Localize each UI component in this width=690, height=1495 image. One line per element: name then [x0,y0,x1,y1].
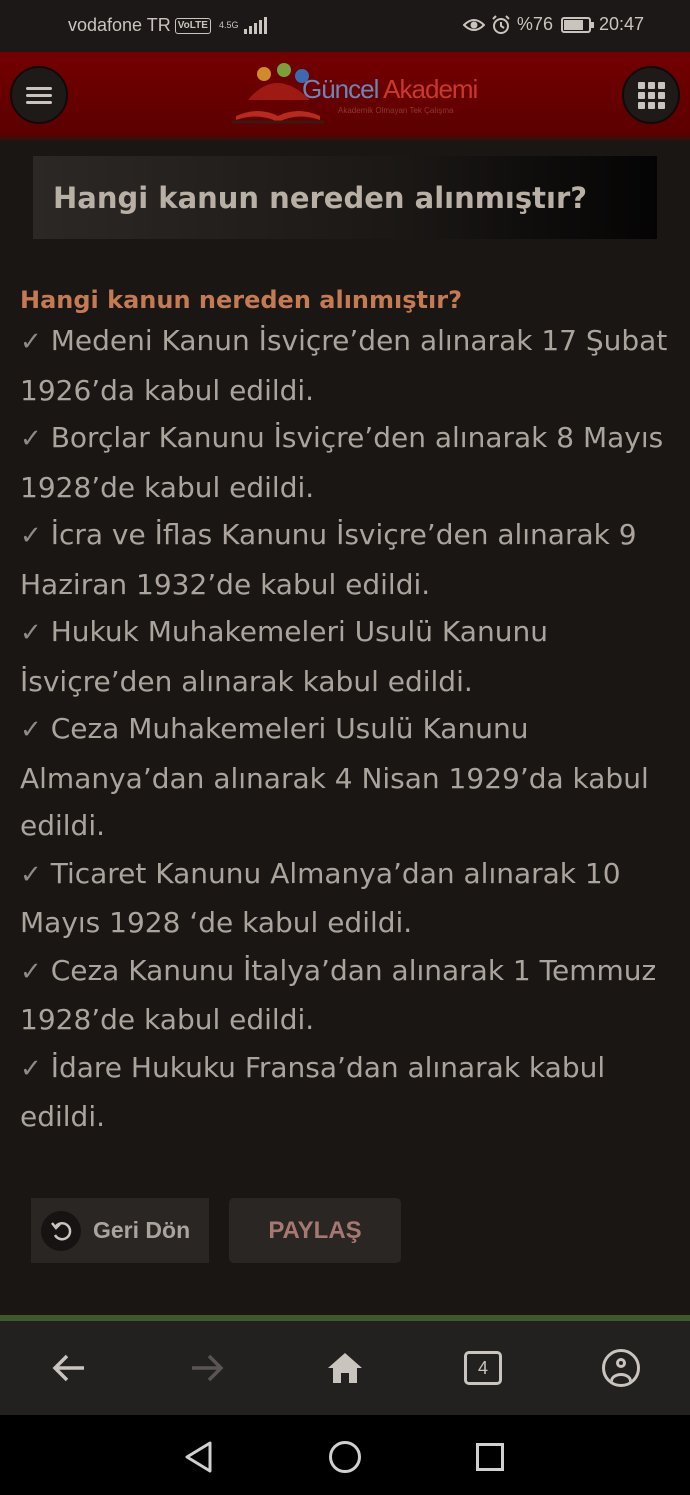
check-icon: ✓ [20,618,42,648]
list-item: ✓ Borçlar Kanunu İsviçre’den alınarak 8 … [20,421,664,504]
list-item: ✓ Hukuk Muhakemeleri Usulü Kanunu İsviçr… [20,615,548,698]
check-icon: ✓ [20,1053,42,1084]
check-icon: ✓ [20,859,42,890]
list-item: ✓ Ceza Muhakemeleri Usulü Kanunu Almanya… [20,712,649,842]
browser-toolbar: 4 [0,1321,690,1415]
check-icon: ✓ [20,327,42,357]
arrow-left-icon [52,1354,84,1382]
arrow-right-icon [192,1354,224,1382]
list-item: ✓ Medeni Kanun İsviçre’den alınarak 17 Ş… [20,324,668,407]
logo-subtitle: Akademik Olmayan Tek Çalışma [338,106,454,115]
grid-icon [637,81,665,109]
check-icon: ✓ [20,956,42,987]
network-type: 4.5G [218,20,239,30]
list-item: ✓ Ticaret Kanunu Almanya’dan alınarak 10… [20,856,621,940]
system-back-button[interactable] [178,1437,218,1477]
system-nav-bar [0,1415,690,1495]
browser-profile-button[interactable] [596,1343,646,1393]
page-title-card: Hangi kanun nereden alınmıştır? [33,156,657,239]
check-icon: ✓ [20,424,42,454]
battery-percent: %76 [516,14,553,34]
list-item: ✓ Ceza Kanunu İtalya’dan alınarak 1 Temm… [20,953,657,1037]
square-recents-icon [476,1443,504,1471]
triangle-back-icon [185,1441,212,1473]
list-item: ✓ İcra ve İflas Kanunu İsviçre’den alına… [20,518,637,601]
site-logo[interactable]: Güncel Akademi Akademik Olmayan Tek Çalı… [228,58,488,130]
check-icon: ✓ [20,715,42,745]
article-heading: Hangi kanun nereden alınmıştır? [20,286,462,314]
eye-icon [462,18,485,31]
circle-home-icon [329,1441,361,1473]
hamburger-icon [26,83,52,108]
tabs-icon: 4 [464,1351,502,1385]
carrier-name: vodafone TR [68,15,171,35]
list-item: ✓ İdare Hukuku Fransa’dan alınarak kabul… [20,1050,606,1134]
page-title: Hangi kanun nereden alınmıştır? [53,180,588,215]
site-header: Güncel Akademi Akademik Olmayan Tek Çalı… [0,52,690,140]
browser-forward-button[interactable] [182,1343,232,1393]
status-left: vodafone TR VoLTE 4.5G [68,15,268,36]
system-home-button[interactable] [325,1437,365,1477]
browser-home-button[interactable] [320,1343,370,1393]
menu-button[interactable] [10,66,68,124]
system-recents-button[interactable] [470,1437,510,1477]
alarm-icon [492,14,510,34]
back-button[interactable]: Geri Dön [31,1198,209,1263]
profile-icon [602,1349,640,1387]
logo-text: Güncel Akademi [302,74,478,104]
battery-icon [560,16,594,33]
browser-tabs-button[interactable]: 4 [458,1343,508,1393]
share-button[interactable]: PAYLAŞ [229,1198,401,1263]
apps-button[interactable] [622,66,680,124]
volte-badge: VoLTE [174,17,211,34]
browser-back-button[interactable] [44,1343,94,1393]
home-icon [328,1353,362,1383]
signal-icon [244,16,268,34]
clock: 20:47 [598,14,644,34]
back-button-label: Geri Dön [93,1217,191,1243]
undo-icon [41,1210,81,1251]
check-icon: ✓ [20,521,42,551]
status-right: %76 20:47 [462,14,644,35]
article-body: Hangi kanun nereden alınmıştır? ✓ Medeni… [20,283,680,1141]
status-bar: vodafone TR VoLTE 4.5G %76 20:47 [0,0,690,52]
